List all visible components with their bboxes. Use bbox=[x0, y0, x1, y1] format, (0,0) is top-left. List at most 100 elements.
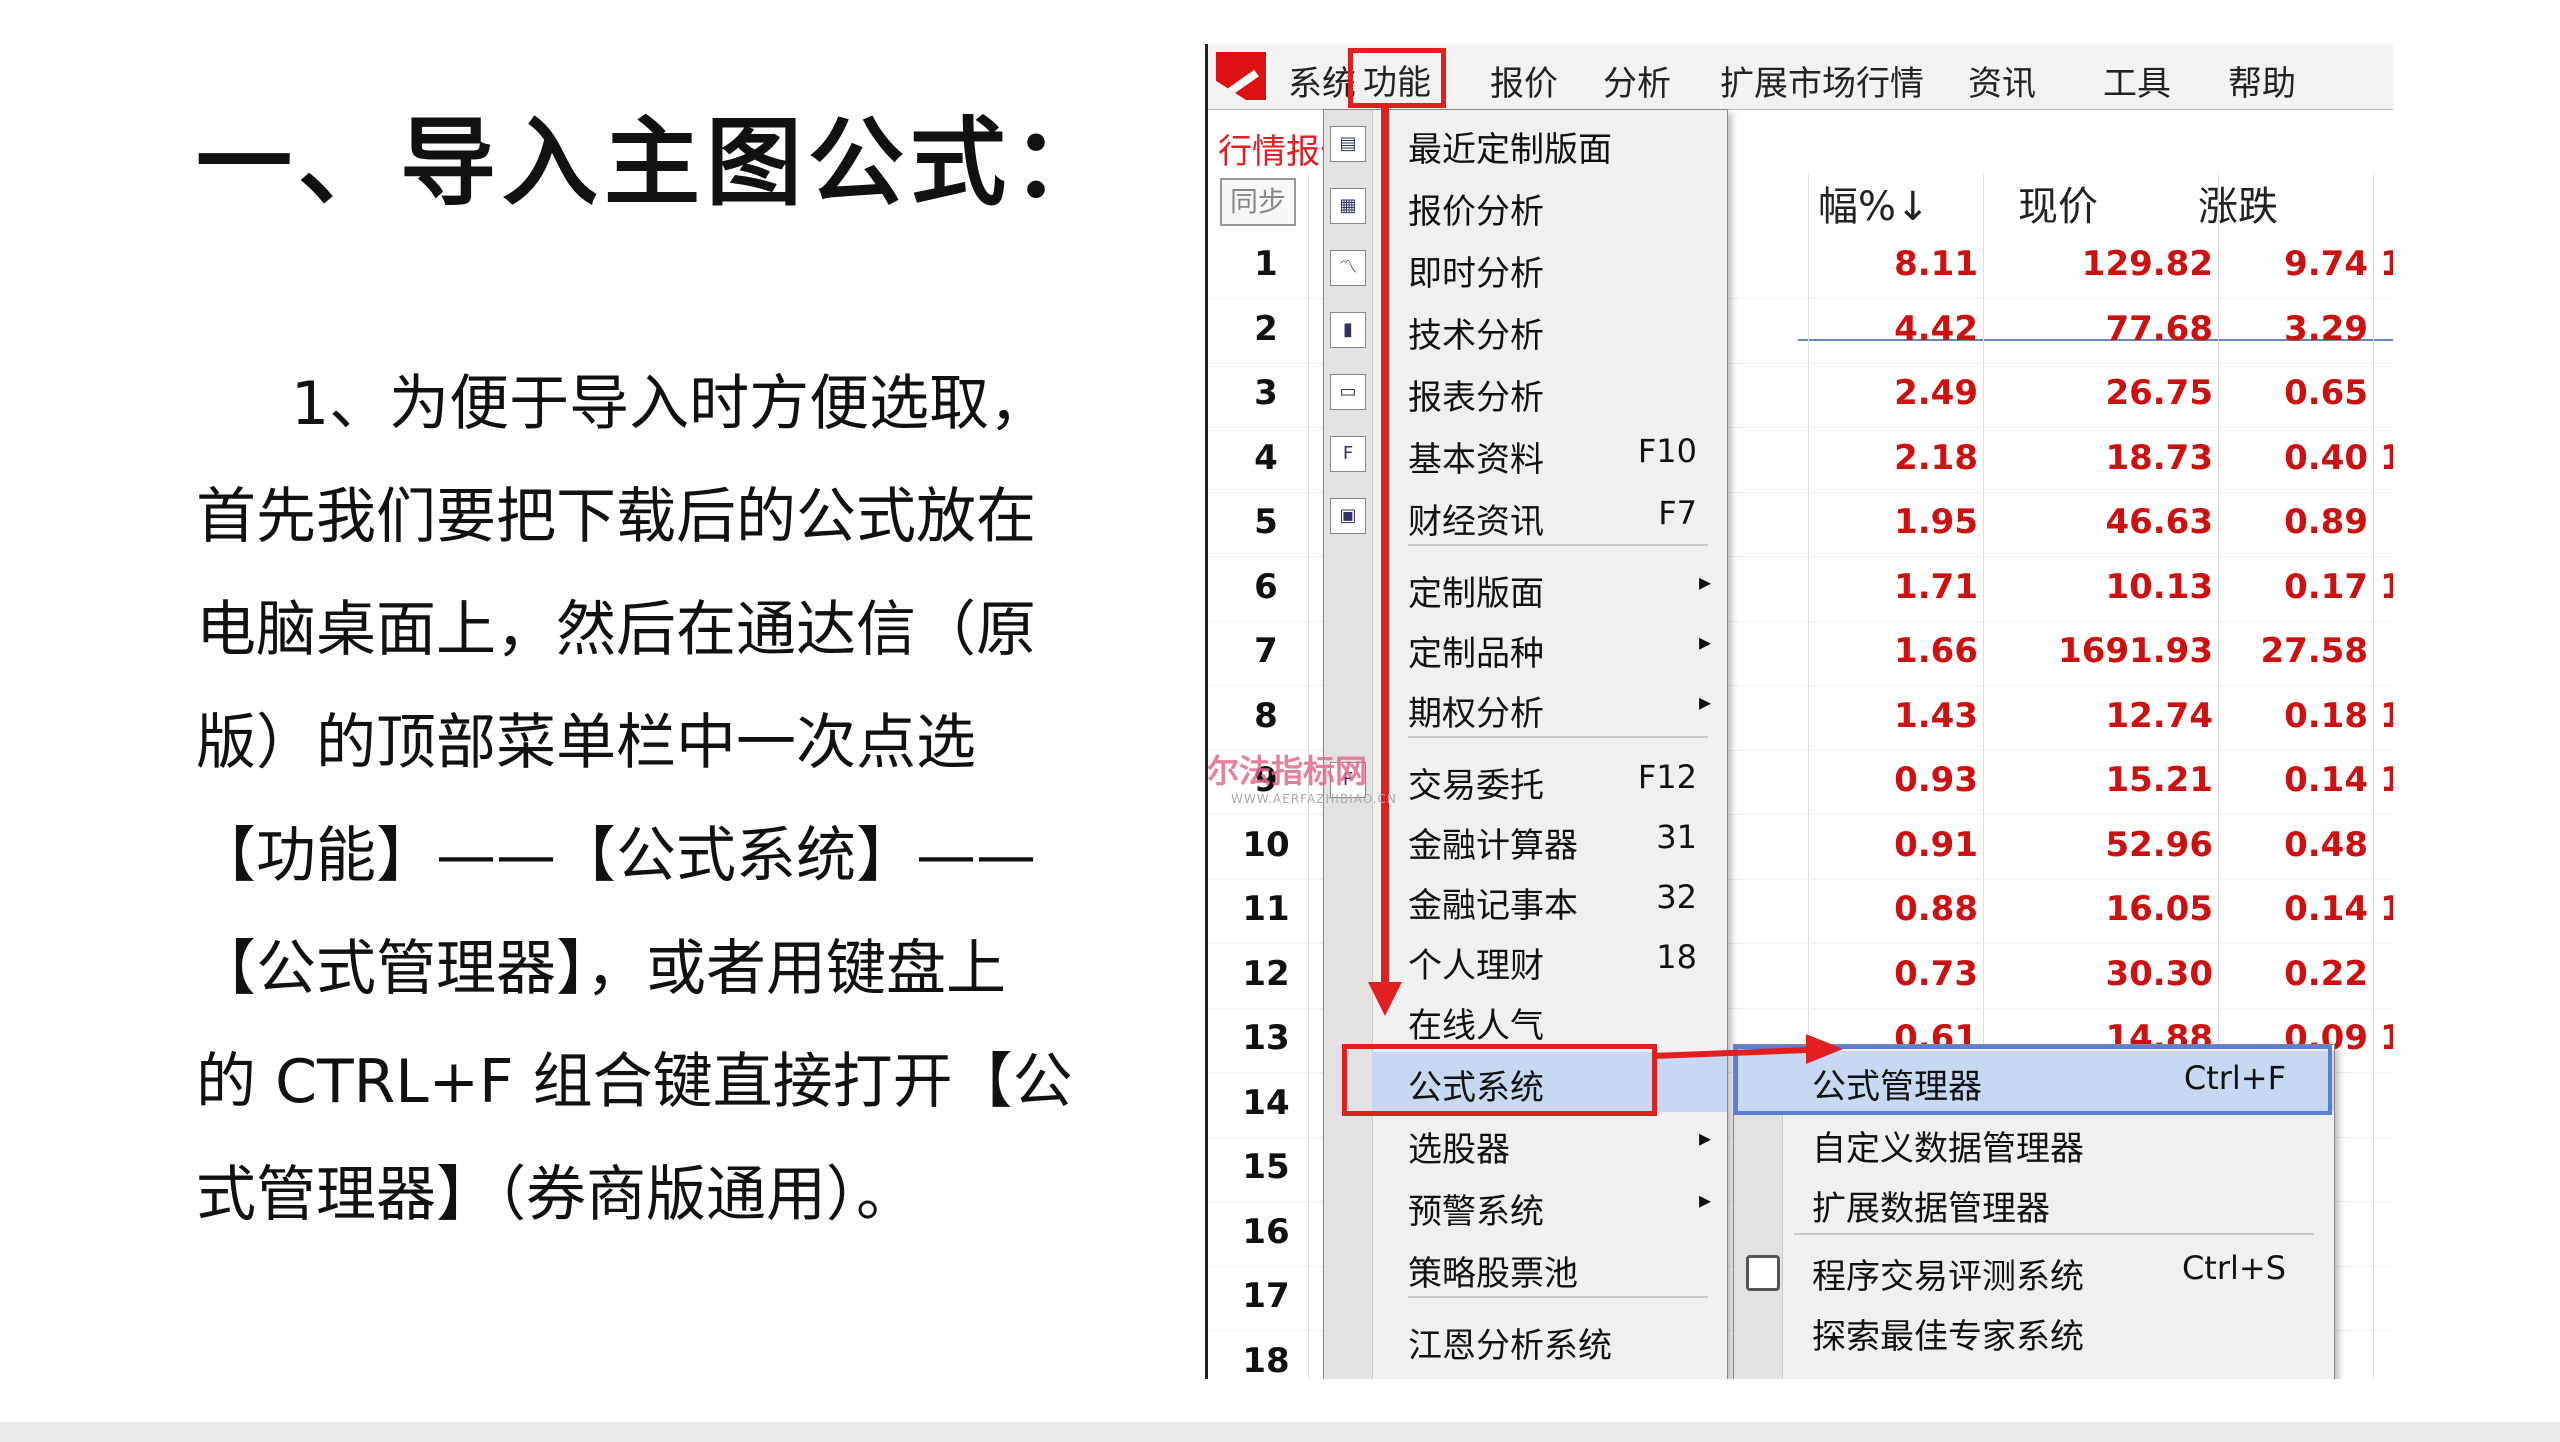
submenu-arrow-icon: ▸ bbox=[1698, 1124, 1711, 1152]
change: 0.14 bbox=[2284, 889, 2368, 929]
price: 18.73 bbox=[2105, 437, 2213, 478]
submenu-item-label: 探索最佳专家系统 bbox=[1812, 1317, 2084, 1357]
menu-item-icon: 〽 bbox=[1330, 250, 1366, 286]
menu-item-label: 基本资料 bbox=[1408, 440, 1544, 480]
change: 0.22 bbox=[2284, 953, 2368, 994]
menu-item[interactable]: 选股器 ▸ bbox=[1372, 1114, 1727, 1174]
menu-item[interactable]: 金融计算器 31 bbox=[1372, 810, 1727, 870]
price: 26.75 bbox=[2105, 373, 2213, 413]
app-logo-icon bbox=[1216, 52, 1266, 100]
selected-item-outline bbox=[1734, 1045, 2332, 1115]
menu-item[interactable]: 江恩分析系统 bbox=[1372, 1310, 1727, 1370]
menu-bar: 系统 功能 报价 分析 扩展市场行情 资讯 工具 帮助 bbox=[1208, 44, 2393, 110]
menu-item[interactable]: 〽 即时分析 bbox=[1330, 238, 1727, 298]
change-percent: 1.43 bbox=[1894, 695, 1978, 736]
submenu-item-label: 程序交易评测系统 bbox=[1812, 1257, 2084, 1297]
change: 9.74 bbox=[2284, 244, 2368, 284]
submenu-arrow-icon: ▸ bbox=[1698, 628, 1711, 656]
menu-analysis[interactable]: 分析 bbox=[1603, 56, 1671, 105]
menu-item[interactable]: 金融记事本 32 bbox=[1372, 870, 1727, 930]
row-number: 10 bbox=[1242, 824, 1290, 865]
row-number: 6 bbox=[1254, 566, 1278, 607]
menu-item-label: 定制品种 bbox=[1408, 634, 1544, 674]
price: 77.68 bbox=[2105, 308, 2213, 349]
change-percent: 1.66 bbox=[1894, 631, 1978, 671]
change-percent: 0.88 bbox=[1894, 889, 1978, 929]
para-line: 【功能】——【公式系统】—— bbox=[196, 821, 1036, 891]
menu-news[interactable]: 资讯 bbox=[1968, 56, 2036, 105]
menu-extended-market[interactable]: 扩展市场行情 bbox=[1720, 56, 1924, 105]
submenu-item-shortcut: Ctrl+S bbox=[2181, 1249, 2286, 1287]
price: 46.63 bbox=[2105, 502, 2213, 542]
menu-separator bbox=[1408, 544, 1708, 546]
menu-item[interactable]: 在线人气 bbox=[1372, 990, 1727, 1050]
change-percent: 8.11 bbox=[1894, 244, 1978, 284]
change: 0.65 bbox=[2284, 373, 2368, 413]
menu-item[interactable]: ▤ 最近定制版面 bbox=[1330, 114, 1727, 174]
menu-item-label: 预警系统 bbox=[1408, 1192, 1544, 1232]
menu-item-label: 技术分析 bbox=[1408, 316, 1544, 356]
menu-quote[interactable]: 报价 bbox=[1490, 56, 1558, 105]
menu-item-shortcut: 32 bbox=[1656, 878, 1697, 916]
watermark: 阿尔法指标网 bbox=[1207, 752, 1368, 790]
para-line: 电脑桌面上，然后在通达信（原 bbox=[196, 595, 1036, 665]
change-percent: 2.18 bbox=[1894, 437, 1978, 478]
menu-item-label: 策略股票池 bbox=[1408, 1254, 1578, 1294]
menu-item[interactable]: 个人理财 18 bbox=[1372, 930, 1727, 990]
menu-system[interactable]: 系统 bbox=[1288, 56, 1356, 105]
change-percent: 1.71 bbox=[1894, 566, 1978, 607]
menu-item-label: 最近定制版面 bbox=[1408, 130, 1612, 170]
menu-item-icon: ▦ bbox=[1330, 188, 1366, 224]
menu-item[interactable]: ▣ 财经资讯 F7 bbox=[1330, 486, 1727, 546]
menu-item[interactable]: ▭ 报表分析 bbox=[1330, 362, 1727, 422]
menu-item[interactable]: ▮ 技术分析 bbox=[1330, 300, 1727, 360]
submenu-item[interactable]: 扩展数据管理器 bbox=[1734, 1173, 2334, 1233]
checkbox-icon bbox=[1746, 1255, 1780, 1291]
menu-item[interactable]: 期权分析 ▸ bbox=[1372, 678, 1727, 738]
header-pct[interactable]: 幅%↓ bbox=[1818, 174, 1930, 232]
sync-button[interactable]: 同步 bbox=[1220, 178, 1296, 226]
menu-item-icon: ▮ bbox=[1330, 312, 1366, 348]
menu-item[interactable]: 策略股票池 bbox=[1372, 1238, 1727, 1298]
menu-item-label: 即时分析 bbox=[1408, 254, 1544, 294]
submenu-item[interactable]: 程序交易评测系统 Ctrl+S bbox=[1734, 1241, 2334, 1301]
para-line: 首先我们要把下载后的公式放在 bbox=[196, 482, 1036, 552]
submenu-arrow-icon: ▸ bbox=[1698, 688, 1711, 716]
change-percent: 0.73 bbox=[1894, 953, 1978, 994]
header-price[interactable]: 现价 bbox=[2018, 174, 2098, 232]
submenu-item[interactable]: 探索最佳专家系统 bbox=[1734, 1301, 2334, 1361]
row-number: 11 bbox=[1242, 889, 1290, 929]
extra-value: 1 bbox=[2380, 760, 2393, 800]
para-line: 1、为便于导入时方便选取， bbox=[291, 369, 1050, 439]
para-line: 版）的顶部菜单栏中一次点选 bbox=[196, 708, 976, 778]
extra-value: 1 bbox=[2380, 696, 2393, 736]
menu-item[interactable]: F 交易委托 F12 bbox=[1330, 750, 1727, 810]
submenu-item[interactable]: 自定义数据管理器 bbox=[1734, 1113, 2334, 1173]
menu-item-shortcut: F7 bbox=[1658, 494, 1697, 532]
row-number: 14 bbox=[1242, 1082, 1290, 1123]
change-percent: 1.95 bbox=[1894, 502, 1978, 542]
menu-help[interactable]: 帮助 bbox=[2228, 56, 2296, 105]
menu-item-label: 金融计算器 bbox=[1408, 826, 1578, 866]
price: 30.30 bbox=[2105, 953, 2213, 994]
header-change[interactable]: 涨跌 bbox=[2198, 174, 2278, 232]
app-screenshot: 系统 功能 报价 分析 扩展市场行情 资讯 工具 帮助 行情报价 同步 代 幅%… bbox=[1205, 44, 2393, 1379]
menu-item-label: 交易委托 bbox=[1408, 766, 1544, 806]
menu-item[interactable]: 预警系统 ▸ bbox=[1372, 1176, 1727, 1236]
slide-bottom-bar bbox=[0, 1422, 2560, 1442]
row-number: 12 bbox=[1242, 953, 1290, 994]
price: 10.13 bbox=[2105, 566, 2213, 607]
menu-item[interactable]: 定制品种 ▸ bbox=[1372, 618, 1727, 678]
extra-value: 1 bbox=[2380, 567, 2393, 607]
price: 52.96 bbox=[2105, 824, 2213, 865]
row-number: 15 bbox=[1242, 1147, 1290, 1187]
function-menu-dropdown: ▤ 最近定制版面 ▦ 报价分析〽 即时分析 ▮ 技术分析 ▭ 报表分析 F 基本资料 F10 ▣ 财经资讯… bbox=[1323, 109, 1728, 1379]
change: 0.17 bbox=[2284, 566, 2368, 607]
menu-item[interactable]: F 基本资料 F10 bbox=[1330, 424, 1727, 484]
menu-item-icon: ▣ bbox=[1330, 498, 1366, 534]
row-number: 3 bbox=[1254, 373, 1278, 413]
menu-item[interactable]: 定制版面 ▸ bbox=[1372, 558, 1727, 618]
menu-item[interactable]: ▦ 报价分析 bbox=[1330, 176, 1727, 236]
menu-function[interactable]: 功能 bbox=[1348, 48, 1446, 108]
menu-tools[interactable]: 工具 bbox=[2103, 56, 2171, 105]
